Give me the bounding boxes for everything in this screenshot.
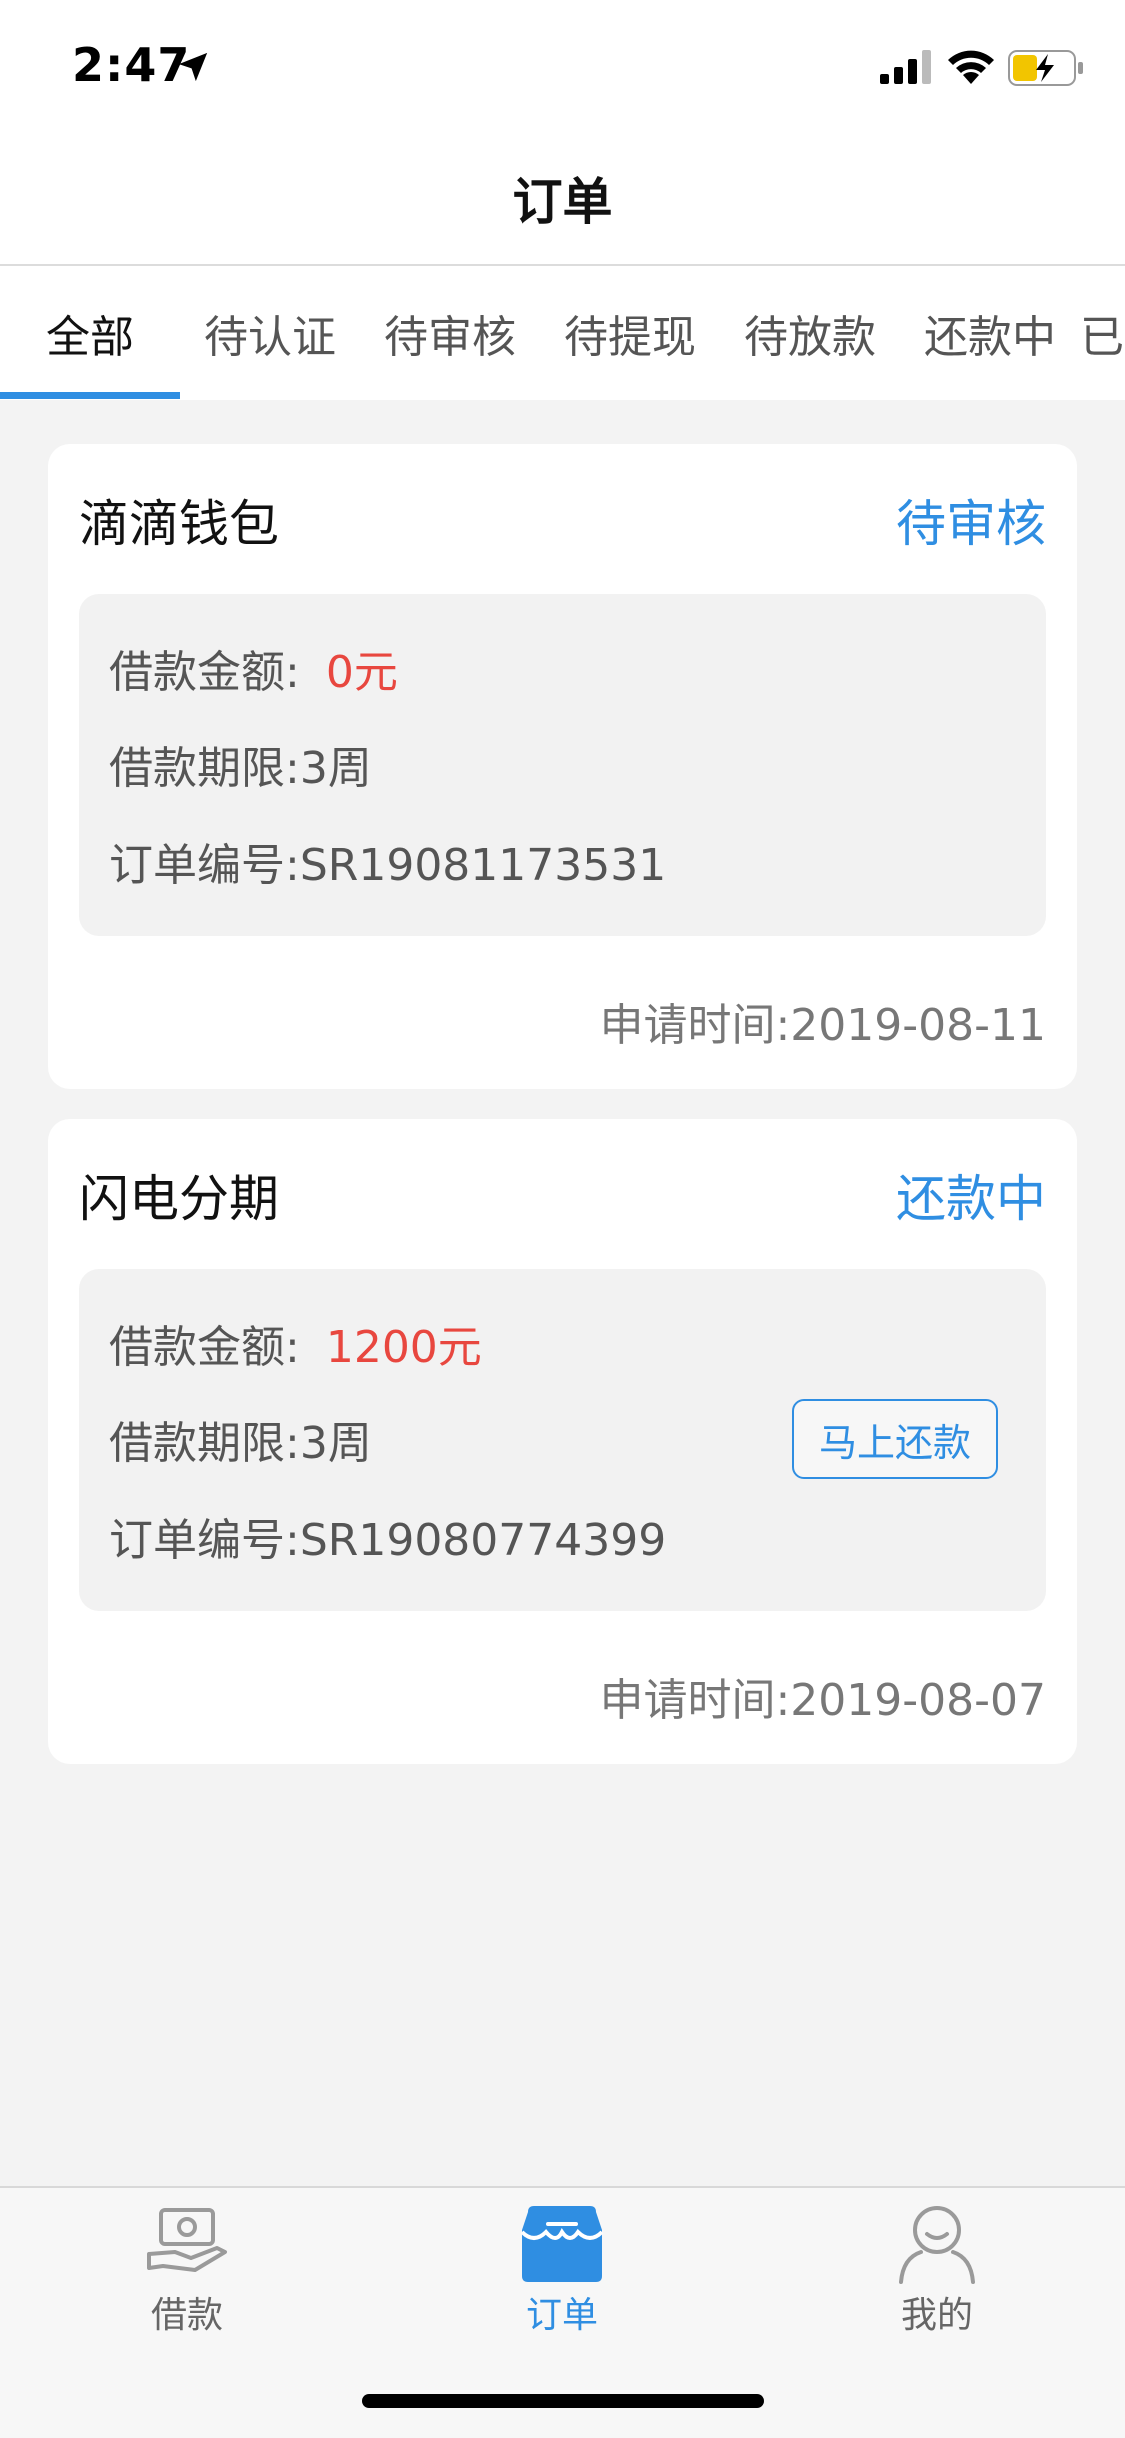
order-details: 借款金额: 0元 借款期限:3周 订单编号:SR19081173531 <box>79 594 1046 936</box>
loan-icon <box>147 2208 227 2272</box>
tab-pending-review[interactable]: 待审核 <box>360 266 540 400</box>
order-status-tabs: 全部 待认证 待审核 待提现 待放款 还款中 已 <box>0 266 1125 400</box>
loan-amount-value: 1200元 <box>325 1322 482 1373</box>
nav-bar: 订单 <box>0 132 1125 266</box>
battery-charging-icon <box>1008 50 1083 86</box>
lender-name: 滴滴钱包 <box>79 495 279 553</box>
loan-term: 借款期限:3周 <box>109 743 372 794</box>
home-indicator <box>362 2394 764 2408</box>
loan-amount-row: 借款金额: 1200元 <box>109 1311 482 1375</box>
order-number: 订单编号:SR19081173531 <box>109 840 667 891</box>
loan-amount-row: 借款金额: 0元 <box>109 636 398 700</box>
tabbar-item-orders[interactable]: 订单 <box>462 2202 662 2352</box>
tab-all[interactable]: 全部 <box>0 266 180 400</box>
wifi-icon <box>948 50 994 84</box>
tabbar-item-loan[interactable]: 借款 <box>87 2202 287 2352</box>
loan-amount-label: 借款金额: <box>109 647 300 698</box>
status-time: 2:47 <box>72 38 191 92</box>
lender-name: 闪电分期 <box>79 1170 279 1228</box>
tabbar-label: 借款 <box>150 2295 223 2336</box>
loan-term: 借款期限:3周 <box>109 1418 372 1469</box>
order-status: 待审核 <box>896 495 1046 553</box>
tab-pending-verification[interactable]: 待认证 <box>180 266 360 400</box>
order-card[interactable]: 滴滴钱包 待审核 借款金额: 0元 借款期限:3周 订单编号:SR1908117… <box>48 444 1077 1089</box>
page-title: 订单 <box>512 173 613 231</box>
location-arrow-icon <box>178 52 208 82</box>
apply-time: 申请时间:2019-08-11 <box>599 1000 1046 1051</box>
tabbar-label: 订单 <box>525 2295 598 2336</box>
apply-time: 申请时间:2019-08-07 <box>599 1675 1046 1726</box>
order-card[interactable]: 闪电分期 还款中 借款金额: 1200元 借款期限:3周 订单编号:SR1908… <box>48 1119 1077 1764</box>
profile-icon <box>899 2206 975 2284</box>
loan-amount-value: 0元 <box>325 647 398 698</box>
active-tab-indicator <box>0 392 180 399</box>
tabbar-item-me[interactable]: 我的 <box>837 2202 1037 2352</box>
order-store-icon <box>520 2206 604 2282</box>
tab-completed[interactable]: 已 <box>1080 266 1125 400</box>
repay-now-button[interactable]: 马上还款 <box>792 1399 998 1479</box>
tab-pending-disbursement[interactable]: 待放款 <box>720 266 900 400</box>
tabbar-label: 我的 <box>900 2295 973 2336</box>
tab-pending-withdrawal[interactable]: 待提现 <box>540 266 720 400</box>
tab-repaying[interactable]: 还款中 <box>900 266 1080 400</box>
order-status: 还款中 <box>896 1170 1046 1228</box>
loan-amount-label: 借款金额: <box>109 1322 300 1373</box>
status-bar: 2:47 <box>0 0 1125 132</box>
cellular-signal-icon <box>880 50 931 84</box>
order-number: 订单编号:SR19080774399 <box>109 1515 667 1566</box>
order-details: 借款金额: 1200元 借款期限:3周 订单编号:SR19080774399 马… <box>79 1269 1046 1611</box>
